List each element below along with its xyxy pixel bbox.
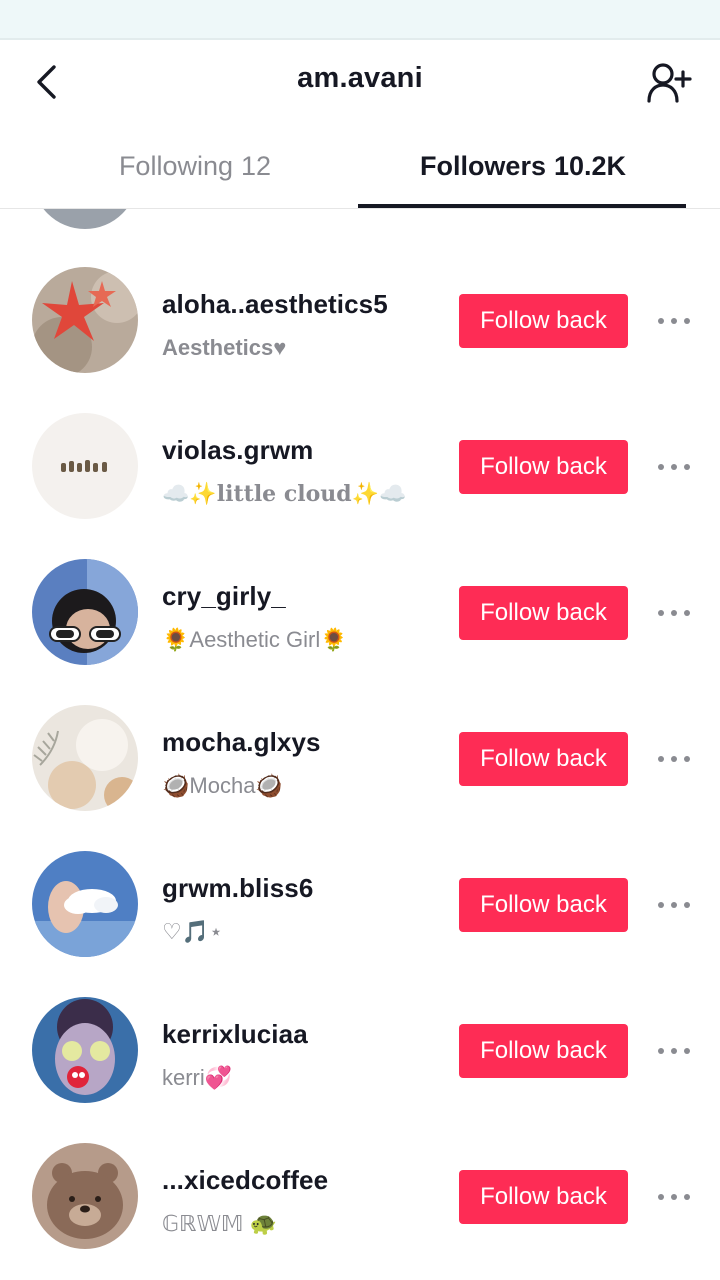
- more-dots-icon: [658, 1194, 690, 1200]
- follow-back-button[interactable]: Follow back: [459, 1024, 628, 1078]
- tab-following-label: Following: [118, 150, 233, 181]
- page-title: am.avani: [297, 62, 423, 94]
- list-item[interactable]: aloha..aesthetics5 Aesthetics♥ Follow ba…: [0, 209, 720, 373]
- username[interactable]: ...xicedcoffee: [162, 1165, 328, 1196]
- follow-back-button[interactable]: Follow back: [459, 878, 628, 932]
- more-dots-icon: [658, 318, 690, 324]
- status-bar: [0, 0, 720, 40]
- follow-back-button[interactable]: Follow back: [459, 294, 628, 348]
- more-options-button[interactable]: [652, 889, 696, 921]
- more-options-button[interactable]: [652, 305, 696, 337]
- tab-followers-label: Followers: [419, 150, 546, 181]
- list-item[interactable]: ...xicedcoffee 𝔾ℝ𝕎𝕄 🐢 Follow back: [0, 1085, 720, 1249]
- add-friend-button[interactable]: [644, 58, 694, 108]
- follow-back-button[interactable]: Follow back: [459, 440, 628, 494]
- list-item[interactable]: violas.grwm ☁️✨little cloud✨☁️ Follow ba…: [0, 355, 720, 519]
- username[interactable]: aloha..aesthetics5: [162, 289, 388, 320]
- username[interactable]: violas.grwm: [162, 435, 313, 466]
- bio: 𝔾ℝ𝕎𝕄 🐢: [162, 1211, 277, 1236]
- tab-followers[interactable]: Followers 10.2K: [358, 124, 688, 208]
- active-tab-indicator: [358, 204, 686, 208]
- list-item[interactable]: cry_girly_ 🌻Aesthetic Girl🌻 Follow back: [0, 501, 720, 665]
- tab-following-count: 12: [241, 150, 272, 181]
- followers-list[interactable]: aloha..aesthetics5 Aesthetics♥ Follow ba…: [0, 209, 720, 1280]
- username[interactable]: mocha.glxys: [162, 727, 321, 758]
- list-item[interactable]: kerrixluciaa kerri💞 Follow back: [0, 939, 720, 1103]
- tab-followers-count: 10.2K: [553, 150, 627, 181]
- follow-back-button[interactable]: Follow back: [459, 1170, 628, 1224]
- follow-back-button[interactable]: Follow back: [459, 586, 628, 640]
- follow-back-button[interactable]: Follow back: [459, 732, 628, 786]
- more-dots-icon: [658, 902, 690, 908]
- username[interactable]: cry_girly_: [162, 581, 286, 612]
- username[interactable]: kerrixluciaa: [162, 1019, 308, 1050]
- username[interactable]: grwm.bliss6: [162, 873, 313, 904]
- more-options-button[interactable]: [652, 1181, 696, 1213]
- list-item[interactable]: grwm.bliss6 ♡🎵⋆ Follow back: [0, 793, 720, 957]
- more-options-button[interactable]: [652, 597, 696, 629]
- header: am.avani: [0, 40, 720, 124]
- avatar[interactable]: [32, 1143, 138, 1249]
- more-dots-icon: [658, 464, 690, 470]
- more-options-button[interactable]: [652, 743, 696, 775]
- more-options-button[interactable]: [652, 451, 696, 483]
- tab-bar: Following 12 Followers 10.2K: [0, 124, 720, 209]
- more-dots-icon: [658, 610, 690, 616]
- more-dots-icon: [658, 756, 690, 762]
- add-person-icon: [647, 63, 692, 103]
- tab-following[interactable]: Following 12: [30, 124, 360, 208]
- more-options-button[interactable]: [652, 1035, 696, 1067]
- more-dots-icon: [658, 1048, 690, 1054]
- list-item[interactable]: mocha.glxys 🥥Mocha🥥 Follow back: [0, 647, 720, 811]
